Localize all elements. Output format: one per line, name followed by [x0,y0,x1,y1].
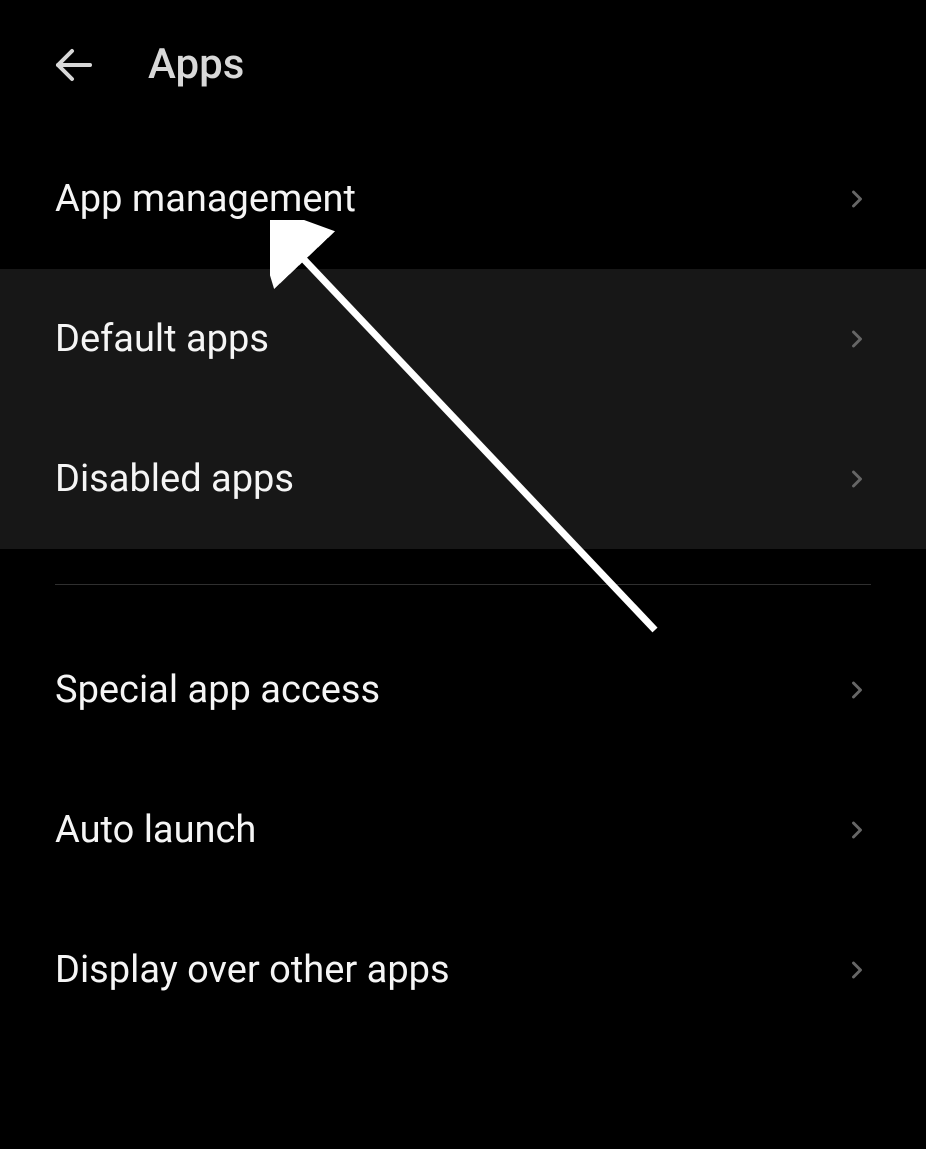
settings-list-2: Special app access Auto launch Display o… [0,620,926,1040]
item-auto-launch[interactable]: Auto launch [0,760,926,900]
item-special-app-access[interactable]: Special app access [0,620,926,760]
item-disabled-apps[interactable]: Disabled apps [0,409,926,549]
item-label: Display over other apps [55,948,450,992]
item-label: App management [55,177,356,221]
chevron-right-icon [843,325,871,353]
item-app-management[interactable]: App management [0,129,926,269]
item-display-over-other-apps[interactable]: Display over other apps [0,900,926,1040]
item-label: Auto launch [55,808,256,852]
chevron-right-icon [843,676,871,704]
page-title: Apps [148,40,244,89]
back-button[interactable] [50,41,98,89]
chevron-right-icon [843,465,871,493]
settings-list-1: App management Default apps Disabled app… [0,129,926,549]
arrow-left-icon [50,41,98,89]
item-label: Disabled apps [55,457,294,501]
header: Apps [0,0,926,129]
divider [55,584,871,585]
item-label: Special app access [55,668,380,712]
chevron-right-icon [843,956,871,984]
item-default-apps[interactable]: Default apps [0,269,926,409]
item-label: Default apps [55,317,269,361]
chevron-right-icon [843,185,871,213]
chevron-right-icon [843,816,871,844]
